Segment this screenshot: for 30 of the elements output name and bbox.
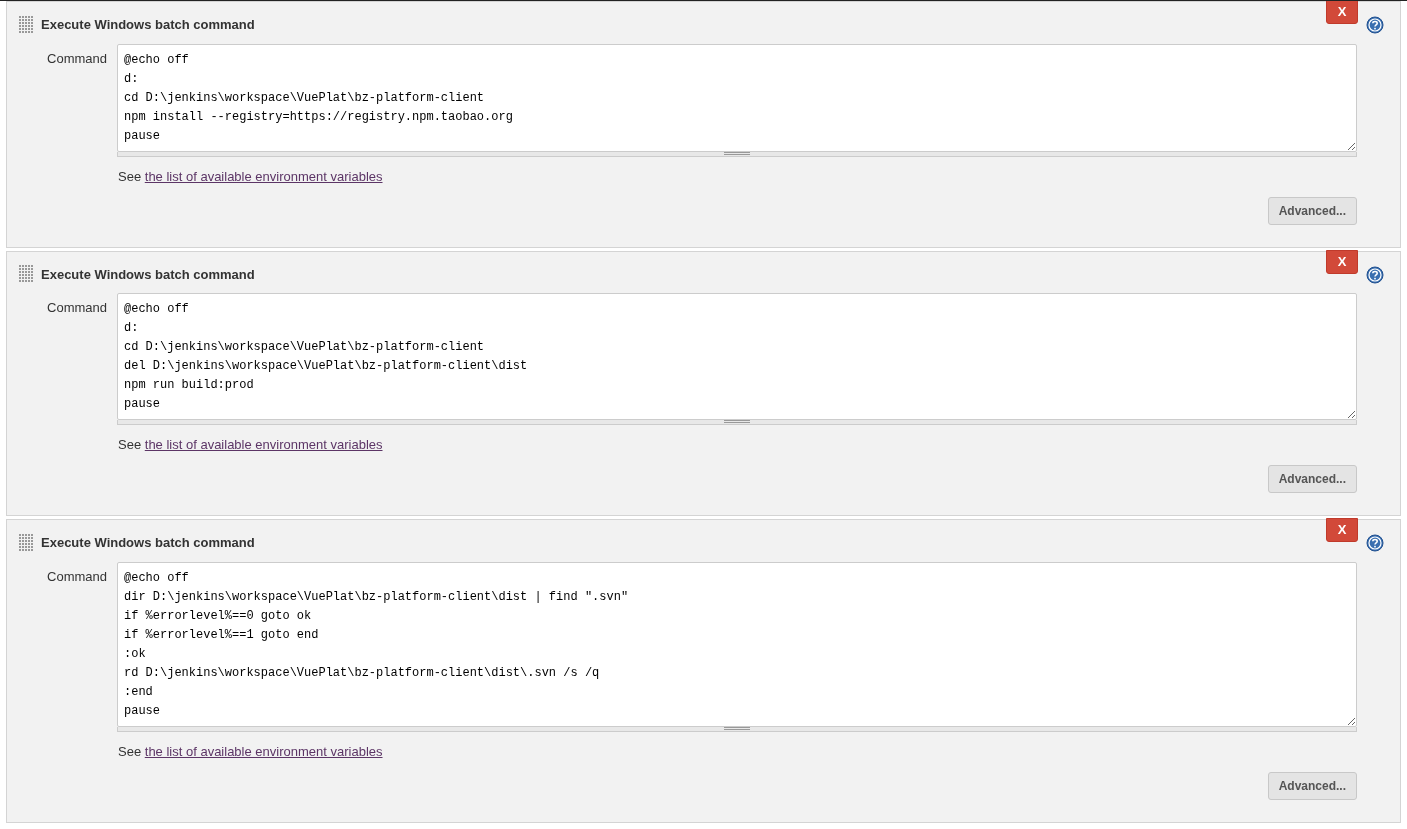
field-label: Command — [46, 49, 107, 68]
help-icon[interactable] — [1366, 534, 1384, 552]
field-label: Command — [46, 299, 107, 317]
drag-handle-icon[interactable] — [19, 15, 33, 34]
environment-variables-link[interactable]: the list of available environment variables — [144, 437, 383, 452]
command-field[interactable]: @echo off d: cd D:\jenkins\workspace\VuePlat\bz-platform-client del D:\jenkins\workspace\VuePlat\bz-platform-client\dist npm run build:prod pause — [117, 293, 1357, 420]
resize-handle[interactable] — [117, 420, 1357, 425]
drag-handle-icon[interactable] — [19, 533, 33, 552]
command-field[interactable]: @echo off d: cd D:\jenkins\workspace\VuePlat\bz-platform-client npm install --registry=https://registry.npm.taobao.org pause — [117, 43, 1357, 152]
advanced-button[interactable]: Advanced... — [1267, 771, 1357, 800]
command-field[interactable]: @echo off dir D:\jenkins\workspace\VuePlat\bz-platform-client\dist | find ".svn" if %errorlevel%==0 goto ok if %errorlevel%==1 goto end :ok rd D:\jenkins\workspace\VuePlat\bz-platform-client\dist\.svn /s /q :end pause — [117, 561, 1357, 727]
help-text: See — [118, 437, 142, 452]
delete-button[interactable]: X — [1326, 518, 1358, 542]
environment-variables-link[interactable]: the list of available environment variables — [144, 168, 383, 184]
delete-button[interactable]: X — [1326, 1, 1358, 24]
environment-variables-link[interactable]: the list of available environment variables — [144, 743, 383, 759]
step-title: Execute Windows batch command — [41, 265, 255, 284]
resize-handle[interactable] — [117, 151, 1357, 157]
help-text: See — [118, 743, 142, 759]
advanced-button[interactable]: Advanced... — [1267, 465, 1357, 493]
step-title: Execute Windows batch command — [41, 16, 255, 34]
help-icon[interactable] — [1366, 16, 1384, 34]
help-text: See — [118, 168, 142, 184]
step-title: Execute Windows batch command — [41, 534, 255, 552]
resize-handle[interactable] — [117, 726, 1357, 732]
drag-handle-icon[interactable] — [19, 265, 33, 284]
delete-button[interactable]: X — [1326, 249, 1358, 274]
advanced-button[interactable]: Advanced... — [1267, 196, 1357, 225]
field-label: Command — [46, 567, 107, 586]
help-icon[interactable] — [1366, 265, 1384, 284]
